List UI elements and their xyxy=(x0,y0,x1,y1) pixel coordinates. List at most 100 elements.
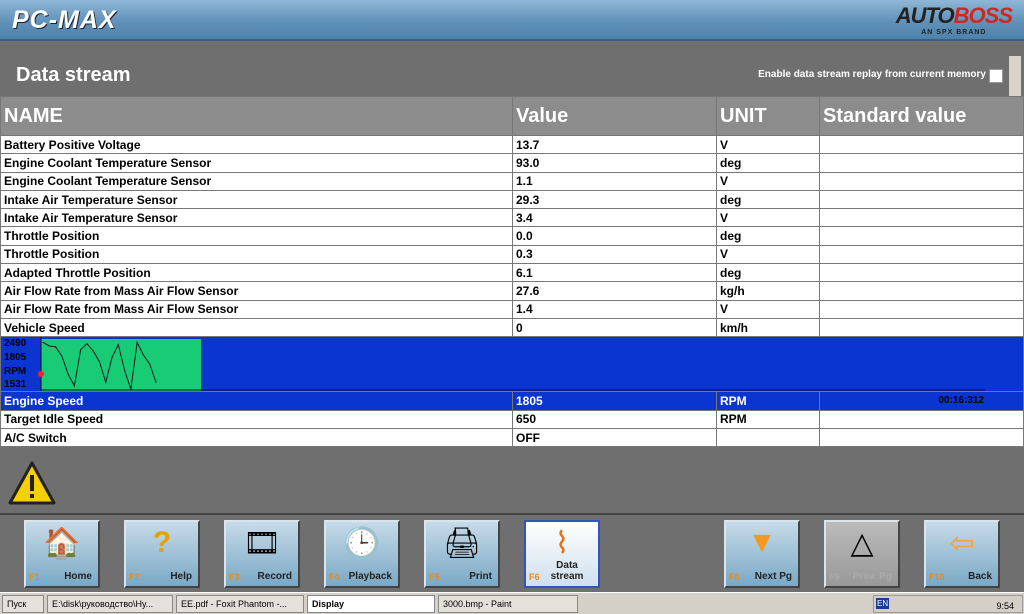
table-row[interactable]: A/C Switch OFF xyxy=(0,427,1024,448)
cell-std xyxy=(819,153,1024,173)
taskbar-item[interactable]: EE.pdf - Foxit Phantom -... xyxy=(176,595,304,613)
cell-name: Air Flow Rate from Mass Air Flow Sensor xyxy=(0,299,513,319)
cell-name: Engine Speed xyxy=(0,391,513,411)
cell-unit: RPM xyxy=(716,391,820,411)
button-label: Record xyxy=(257,571,292,582)
function-key: F10 xyxy=(929,572,945,582)
back-icon: ⇦ xyxy=(949,527,975,560)
data-point xyxy=(61,355,63,357)
taskbar-item[interactable]: 3000.bmp - Paint xyxy=(438,595,578,613)
cell-unit: V xyxy=(716,208,820,228)
button-record[interactable]: 🎞 F3 Record xyxy=(224,520,300,588)
function-key: F9 xyxy=(829,572,840,582)
data-point xyxy=(111,356,113,359)
taskbar-item[interactable]: E:\disk\руководство\Ну... xyxy=(47,595,173,613)
taskbar-item[interactable]: Display xyxy=(307,595,435,613)
page-title: Data stream xyxy=(16,64,131,86)
cell-unit: V xyxy=(716,244,820,265)
button-playback[interactable]: 🕒 F4 Playback xyxy=(324,520,400,588)
cell-unit: V xyxy=(716,134,820,155)
cell-unit: deg xyxy=(716,263,820,283)
button-back[interactable]: ⇦ F10 Back xyxy=(924,520,1000,588)
cell-value: 1805 xyxy=(512,391,717,411)
data-stream-table: NAME Value UNIT Standard value Battery P… xyxy=(0,96,1024,448)
table-row[interactable]: Intake Air Temperature Sensor 3.4 V xyxy=(0,208,1024,228)
warning-icon xyxy=(8,461,56,505)
data-point xyxy=(149,363,151,365)
button-help[interactable]: ? F2 Help xyxy=(124,520,200,588)
y-tick-label: 1531 xyxy=(4,379,27,390)
cell-value: 1.4 xyxy=(512,299,717,319)
cell-std xyxy=(819,281,1024,301)
button-label: Help xyxy=(170,571,192,582)
button-label: Playback xyxy=(348,571,392,582)
cell-value: 0.3 xyxy=(512,244,717,265)
col-unit: UNIT xyxy=(716,96,820,136)
cell-value: 650 xyxy=(512,409,717,429)
data-point xyxy=(98,361,101,363)
function-key: F8 xyxy=(729,572,740,582)
cell-unit: deg xyxy=(716,226,820,246)
replay-label: Enable data stream replay from current m… xyxy=(758,69,986,80)
prev-page-icon: △ xyxy=(850,527,874,560)
rpm-graph: 2490 1805 RPM 1531 xyxy=(4,337,985,392)
data-point xyxy=(54,346,57,348)
clock: 9:54 xyxy=(996,601,1014,611)
cell-std xyxy=(819,299,1024,319)
function-key: F4 xyxy=(329,572,340,582)
button-next-pg[interactable]: ▼ F8 Next Pg xyxy=(724,520,800,588)
table-row[interactable]: Air Flow Rate from Mass Air Flow Sensor 1… xyxy=(0,299,1024,319)
table-row[interactable]: Adapted Throttle Position 6.1 deg xyxy=(0,263,1024,283)
table-row[interactable]: Battery Positive Voltage 13.7 V xyxy=(0,134,1024,155)
table-row[interactable]: Target Idle Speed 650 RPM xyxy=(0,409,1024,429)
table-row[interactable]: Engine Coolant Temperature Sensor 1.1 V xyxy=(0,171,1024,191)
graph-cell: 2490 1805 RPM 1531 xyxy=(0,336,1024,393)
cell-name: Engine Coolant Temperature Sensor xyxy=(0,171,513,191)
cell-unit xyxy=(716,427,820,448)
function-key: F2 xyxy=(129,572,140,582)
button-home[interactable]: 🏠 F1 Home xyxy=(24,520,100,588)
cell-value: 27.6 xyxy=(512,281,717,301)
y-tick-label: 1805 xyxy=(4,352,27,363)
cell-name: A/C Switch xyxy=(0,427,513,448)
cell-std xyxy=(819,171,1024,191)
table-row[interactable]: Throttle Position 0.0 deg xyxy=(0,226,1024,246)
table-row[interactable]: Throttle Position 0.3 V xyxy=(0,244,1024,265)
print-icon: 🖨 xyxy=(442,527,482,560)
cell-value: 1.1 xyxy=(512,171,717,191)
function-key: F5 xyxy=(429,572,440,582)
cell-value: OFF xyxy=(512,427,717,448)
table-row[interactable]: Air Flow Rate from Mass Air Flow Sensor 2… xyxy=(0,281,1024,301)
cell-unit: kg/h xyxy=(716,281,820,301)
cell-value: 13.7 xyxy=(512,134,717,155)
cell-unit: km/h xyxy=(716,317,820,338)
cell-name: Air Flow Rate from Mass Air Flow Sensor xyxy=(0,281,513,301)
cell-value: 3.4 xyxy=(512,208,717,228)
brand-logo: AUTOBOSS AN SPX BRAND xyxy=(895,3,1013,36)
replay-checkbox[interactable] xyxy=(989,69,1003,83)
table-row[interactable]: Vehicle Speed 0 km/h xyxy=(0,317,1024,338)
table-row[interactable]: Intake Air Temperature Sensor 29.3 deg xyxy=(0,189,1024,210)
cell-name: Target Idle Speed xyxy=(0,409,513,429)
playback-icon: 🕒 xyxy=(343,527,381,560)
data-point xyxy=(48,345,50,347)
cell-value: 29.3 xyxy=(512,189,717,210)
table-row[interactable]: Engine Speed 1805 RPM 00:16:312 xyxy=(0,391,1024,411)
col-name: NAME xyxy=(0,96,513,136)
table-row[interactable]: Engine Coolant Temperature Sensor 93.0 deg xyxy=(0,153,1024,173)
cell-unit: deg xyxy=(716,153,820,173)
data-stream-icon: ⌇ xyxy=(554,527,570,560)
button-label: Next Pg xyxy=(754,571,792,582)
cell-std xyxy=(819,317,1024,338)
scrollbar[interactable] xyxy=(1009,56,1021,96)
button-print[interactable]: 🖨 F5 Print xyxy=(424,520,500,588)
cell-name: Throttle Position xyxy=(0,244,513,265)
cell-value: 93.0 xyxy=(512,153,717,173)
start-button[interactable]: Пуск xyxy=(2,595,44,613)
language-indicator[interactable]: EN xyxy=(876,598,890,609)
button-data-stream[interactable]: ⌇ F6 Data stream xyxy=(524,520,600,588)
function-key: F1 xyxy=(29,572,40,582)
button-prev-pg[interactable]: △ F9 Prev. Pg xyxy=(824,520,900,588)
record-icon: 🎞 xyxy=(242,527,282,560)
help-icon: ? xyxy=(152,526,172,559)
